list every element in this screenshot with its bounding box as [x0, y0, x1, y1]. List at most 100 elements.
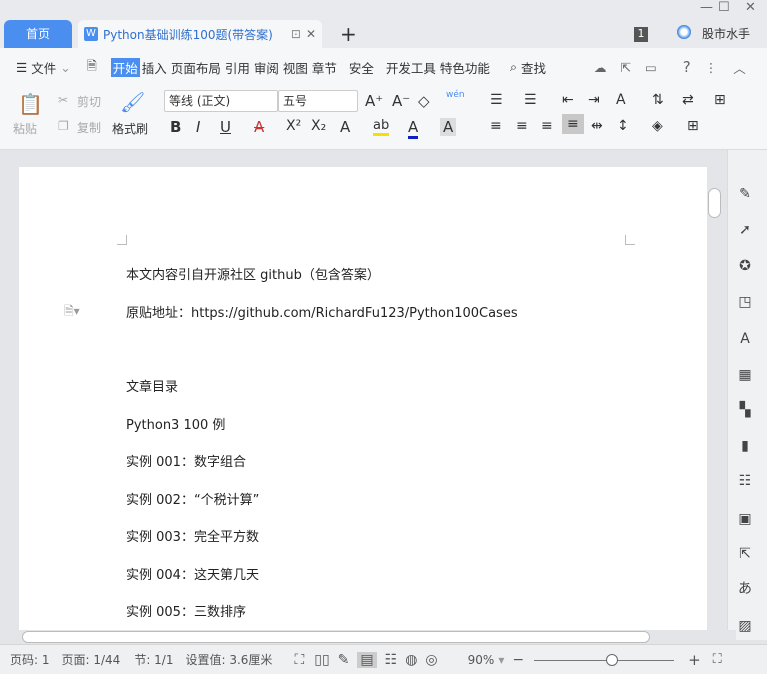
cursor-icon[interactable]: ➚: [736, 221, 754, 239]
toc-item[interactable]: 实例 003：完全平方数: [126, 526, 259, 545]
page-count[interactable]: 页面: 1/44: [62, 651, 121, 668]
superscript-button[interactable]: X²: [286, 118, 301, 134]
export-icon[interactable]: ⇱: [736, 545, 754, 563]
document-page[interactable]: [19, 167, 707, 630]
char-spacing-icon[interactable]: A: [616, 92, 626, 108]
close-tab-icon[interactable]: ✕: [306, 27, 316, 41]
page-view-icon[interactable]: ▤: [357, 651, 377, 668]
section-info[interactable]: 节: 1/1: [134, 651, 173, 668]
copy-button[interactable]: 复制: [77, 119, 101, 136]
save-icon[interactable]: 🗎: [85, 57, 99, 78]
shapes-icon[interactable]: ◳: [736, 293, 754, 311]
clear-format-icon[interactable]: ◇: [418, 92, 430, 110]
eye-protection-icon[interactable]: ◎: [425, 652, 437, 668]
award-icon[interactable]: ✪: [736, 257, 754, 275]
table-grid-icon[interactable]: ⊞: [714, 92, 726, 108]
vertical-scroll-thumb[interactable]: [708, 188, 721, 218]
align-center-icon[interactable]: ≡: [516, 118, 528, 134]
paragraph-menu-icon[interactable]: 🗎▾: [64, 302, 80, 323]
menu-tab-view[interactable]: 视图: [281, 58, 310, 77]
menu-tab-security[interactable]: 安全: [347, 58, 376, 77]
tab-home[interactable]: 首页: [4, 20, 72, 48]
menu-tab-developer[interactable]: 开发工具: [384, 58, 438, 77]
picture-icon[interactable]: ▨: [736, 617, 754, 635]
zoom-out-button[interactable]: −: [512, 652, 524, 668]
collab-icon[interactable]: ▭: [643, 60, 659, 75]
tab-document[interactable]: W Python基础训练100题(带答案) ⊡ ✕: [78, 20, 322, 48]
show-marks-icon[interactable]: ⇄: [682, 92, 694, 108]
subscript-button[interactable]: X₂: [311, 118, 326, 134]
fullscreen-icon[interactable]: ⛶: [294, 652, 304, 668]
menu-tab-insert[interactable]: 插入: [140, 58, 169, 77]
menu-tab-reference[interactable]: 引用: [223, 58, 252, 77]
user-avatar[interactable]: [677, 25, 691, 39]
web-view-icon[interactable]: ◍: [405, 652, 417, 668]
pin-icon[interactable]: ⊡: [291, 27, 301, 41]
zoom-in-button[interactable]: +: [688, 651, 701, 669]
fit-window-icon[interactable]: ⛶: [713, 652, 722, 667]
settings-sliders-icon[interactable]: ☷: [736, 472, 754, 490]
new-tab-button[interactable]: +: [340, 22, 357, 46]
menu-tab-chapter[interactable]: 章节: [310, 58, 339, 77]
align-right-icon[interactable]: ≡: [541, 118, 553, 134]
pen-icon[interactable]: ✎: [736, 185, 754, 203]
close-button[interactable]: ✕: [745, 0, 756, 15]
horizontal-scroll-thumb[interactable]: [22, 631, 650, 643]
paste-button[interactable]: 粘贴: [13, 120, 37, 137]
justify-icon[interactable]: ≡: [562, 114, 584, 134]
font-size-select[interactable]: 五号: [278, 90, 358, 112]
decrease-indent-icon[interactable]: ⇤: [562, 92, 574, 108]
menu-tab-layout[interactable]: 页面布局: [169, 58, 223, 77]
bold-button[interactable]: B: [170, 118, 181, 136]
format-painter-button[interactable]: 格式刷: [112, 120, 148, 137]
clipboard-icon[interactable]: 📋: [18, 92, 43, 116]
hamburger-icon[interactable]: ☰: [14, 60, 29, 75]
bullet-list-icon[interactable]: ☰: [490, 92, 503, 108]
zoom-slider-knob[interactable]: [605, 653, 618, 666]
menu-tab-start[interactable]: 开始: [110, 57, 140, 77]
more-icon[interactable]: ⋮: [703, 60, 720, 75]
zoom-select[interactable]: 90%: [468, 653, 495, 667]
cloud-icon[interactable]: ☁: [592, 60, 609, 75]
toc-item[interactable]: 实例 002：“个税计算”: [126, 489, 259, 508]
maximize-button[interactable]: ☐: [718, 0, 730, 15]
grow-font-icon[interactable]: A⁺: [365, 92, 383, 110]
text-style-icon[interactable]: A: [736, 330, 754, 348]
char-shading-button[interactable]: A: [440, 118, 457, 136]
underline-button[interactable]: U: [220, 118, 231, 136]
numbered-list-icon[interactable]: ☰: [524, 92, 537, 108]
table-icon[interactable]: ▦: [736, 366, 754, 384]
increase-indent-icon[interactable]: ⇥: [588, 92, 600, 108]
outline-view-icon[interactable]: ☷: [385, 652, 398, 668]
cut-button[interactable]: 剪切: [77, 93, 101, 110]
toc-item[interactable]: 实例 001：数字组合: [126, 451, 246, 470]
collapse-ribbon-icon[interactable]: ︿: [731, 58, 748, 77]
help-button[interactable]: ?: [681, 58, 693, 76]
minimize-button[interactable]: —: [700, 0, 713, 15]
menu-search[interactable]: 查找: [519, 58, 548, 77]
strikethrough-button[interactable]: A: [254, 118, 264, 136]
text-effect-button[interactable]: A: [340, 118, 350, 136]
share-icon[interactable]: ⇱: [618, 60, 632, 75]
apps-icon[interactable]: ▚: [736, 401, 754, 419]
chart-icon[interactable]: ▮: [736, 437, 754, 455]
image-icon[interactable]: ▣: [736, 510, 754, 528]
align-left-icon[interactable]: ≡: [490, 118, 502, 134]
window-count-badge[interactable]: 1: [634, 27, 648, 42]
zoom-slider[interactable]: [534, 653, 675, 666]
font-color-button[interactable]: A: [408, 118, 419, 139]
translate-icon[interactable]: あ: [736, 580, 754, 598]
sort-icon[interactable]: ⇅: [652, 92, 664, 108]
reading-mode-icon[interactable]: ▯▯: [314, 652, 329, 668]
edit-mode-icon[interactable]: ✎: [338, 652, 350, 668]
shrink-font-icon[interactable]: A⁻: [392, 92, 410, 110]
user-name[interactable]: 股市水手: [702, 25, 750, 42]
setting-value[interactable]: 设置值: 3.6厘米: [185, 651, 272, 668]
italic-button[interactable]: I: [196, 118, 200, 136]
font-family-select[interactable]: 等线 (正文): [164, 90, 278, 112]
border-icon[interactable]: ⊞: [687, 118, 699, 134]
highlight-button[interactable]: ab: [373, 118, 390, 136]
line-spacing-icon[interactable]: ↕: [617, 118, 629, 134]
vertical-scrollbar[interactable]: [707, 158, 723, 630]
doc-link-line[interactable]: 原贴地址：https://github.com/RichardFu123/Pyt…: [126, 302, 518, 321]
